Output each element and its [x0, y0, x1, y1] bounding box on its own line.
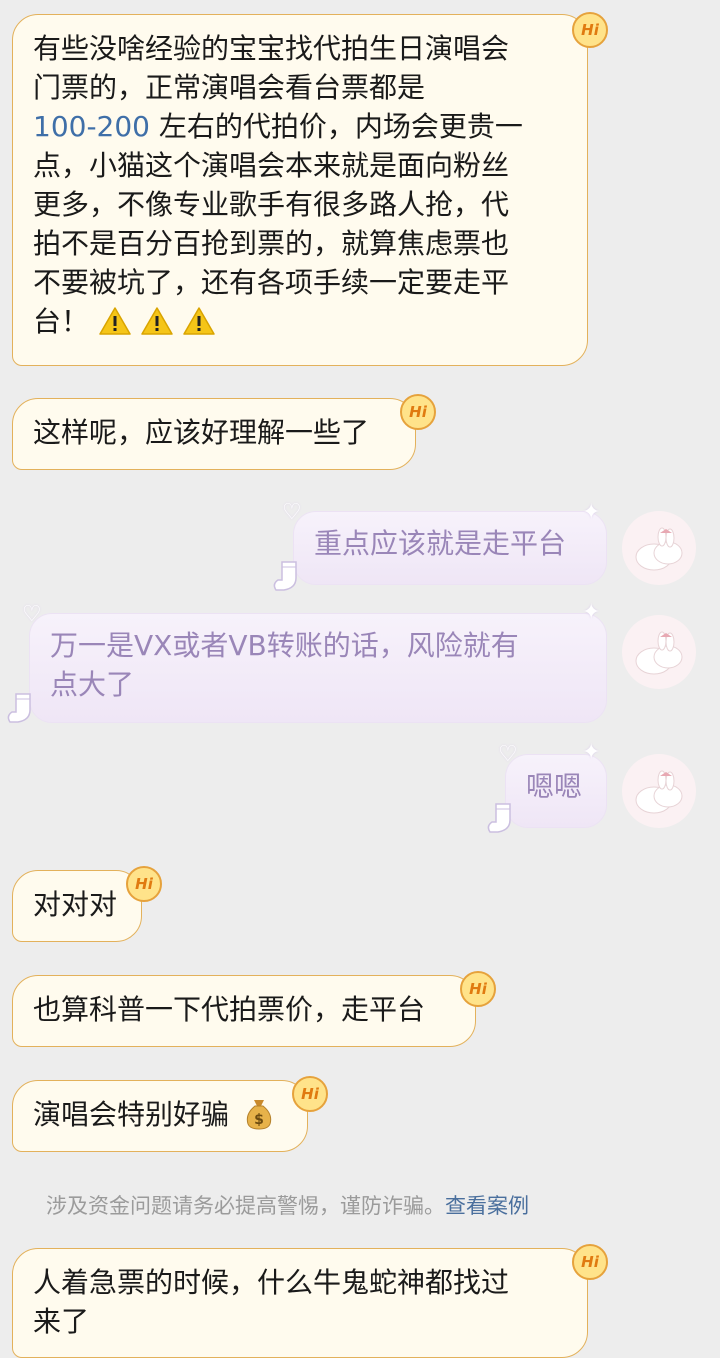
- hi-badge-icon: Hi: [400, 394, 436, 430]
- message-text: 重点应该就是走平台: [314, 527, 567, 560]
- fraud-warning-notice: 涉及资金问题请务必提高警惕，谨防诈骗。查看案例: [46, 1190, 529, 1220]
- sock-sticker-icon: [273, 561, 297, 591]
- sock-sticker-icon: [487, 803, 511, 833]
- price-link[interactable]: 100-200: [33, 110, 150, 143]
- message-text: 万一是VX或者VB转账的话，风险就有: [50, 629, 519, 662]
- sparkle-icon: ♡: [22, 602, 42, 627]
- view-cases-link[interactable]: 查看案例: [445, 1194, 529, 1218]
- message-text: 嗯嗯: [526, 770, 583, 803]
- message-text: 这样呢，应该好理解一些了: [33, 416, 370, 449]
- message-text: 100-200 左右的代拍价，内场会更贵一: [33, 110, 523, 143]
- avatar[interactable]: [622, 511, 696, 585]
- warning-icon: [141, 307, 173, 335]
- message-text: 点，小猫这个演唱会本来就是面向粉丝: [33, 149, 510, 182]
- message-text: 台！: [33, 302, 567, 341]
- message-text: 更多，不像专业歌手有很多路人抢，代: [33, 188, 510, 221]
- message-text: 人着急票的时候，什么牛鬼蛇神都找过: [33, 1266, 510, 1299]
- sparkle-icon: ✦: [582, 740, 601, 765]
- notice-text: 涉及资金问题请务必提高警惕，谨防诈骗。: [46, 1194, 445, 1218]
- message-text: 点大了: [50, 668, 135, 701]
- money-bag-icon: $: [246, 1100, 272, 1130]
- message-text: 门票的，正常演唱会看台票都是: [33, 71, 426, 104]
- sparkle-icon: ✦: [582, 600, 601, 625]
- bunny-avatar-icon: [635, 527, 683, 571]
- sparkle-icon: ✦: [582, 500, 601, 525]
- hi-badge-icon: Hi: [572, 1244, 608, 1280]
- message-text: 有些没啥经验的宝宝找代拍生日演唱会: [33, 32, 510, 65]
- hi-badge-icon: Hi: [460, 971, 496, 1007]
- svg-text:$: $: [254, 1112, 264, 1128]
- message-bubble-1[interactable]: 有些没啥经验的宝宝找代拍生日演唱会 门票的，正常演唱会看台票都是 100-200…: [12, 14, 588, 366]
- message-bubble-4[interactable]: 万一是VX或者VB转账的话，风险就有 点大了: [30, 614, 606, 722]
- message-text: 也算科普一下代拍票价，走平台: [33, 993, 426, 1026]
- message-bubble-8[interactable]: 演唱会特别好骗 $: [12, 1080, 308, 1152]
- message-text: 演唱会特别好骗 $: [33, 1095, 287, 1134]
- hi-badge-icon: Hi: [126, 866, 162, 902]
- warning-icon: [183, 307, 215, 335]
- bunny-avatar-icon: [635, 770, 683, 814]
- message-bubble-7[interactable]: 也算科普一下代拍票价，走平台: [12, 975, 476, 1047]
- avatar[interactable]: [622, 754, 696, 828]
- message-text: 对对对: [33, 888, 118, 921]
- sock-sticker-icon: [7, 693, 31, 723]
- warning-icon: [99, 307, 131, 335]
- message-bubble-3[interactable]: 重点应该就是走平台: [294, 512, 606, 584]
- message-text: 不要被坑了，还有各项手续一定要走平: [33, 266, 510, 299]
- message-text: 拍不是百分百抢到票的，就算焦虑票也: [33, 227, 510, 260]
- bunny-avatar-icon: [635, 631, 683, 675]
- message-bubble-9[interactable]: 人着急票的时候，什么牛鬼蛇神都找过 来了: [12, 1248, 588, 1358]
- sparkle-icon: ♡: [498, 742, 518, 767]
- hi-badge-icon: Hi: [292, 1076, 328, 1112]
- hi-badge-icon: Hi: [572, 12, 608, 48]
- message-bubble-6[interactable]: 对对对: [12, 870, 142, 942]
- avatar[interactable]: [622, 615, 696, 689]
- message-bubble-2[interactable]: 这样呢，应该好理解一些了: [12, 398, 416, 470]
- sparkle-icon: ♡: [282, 500, 302, 525]
